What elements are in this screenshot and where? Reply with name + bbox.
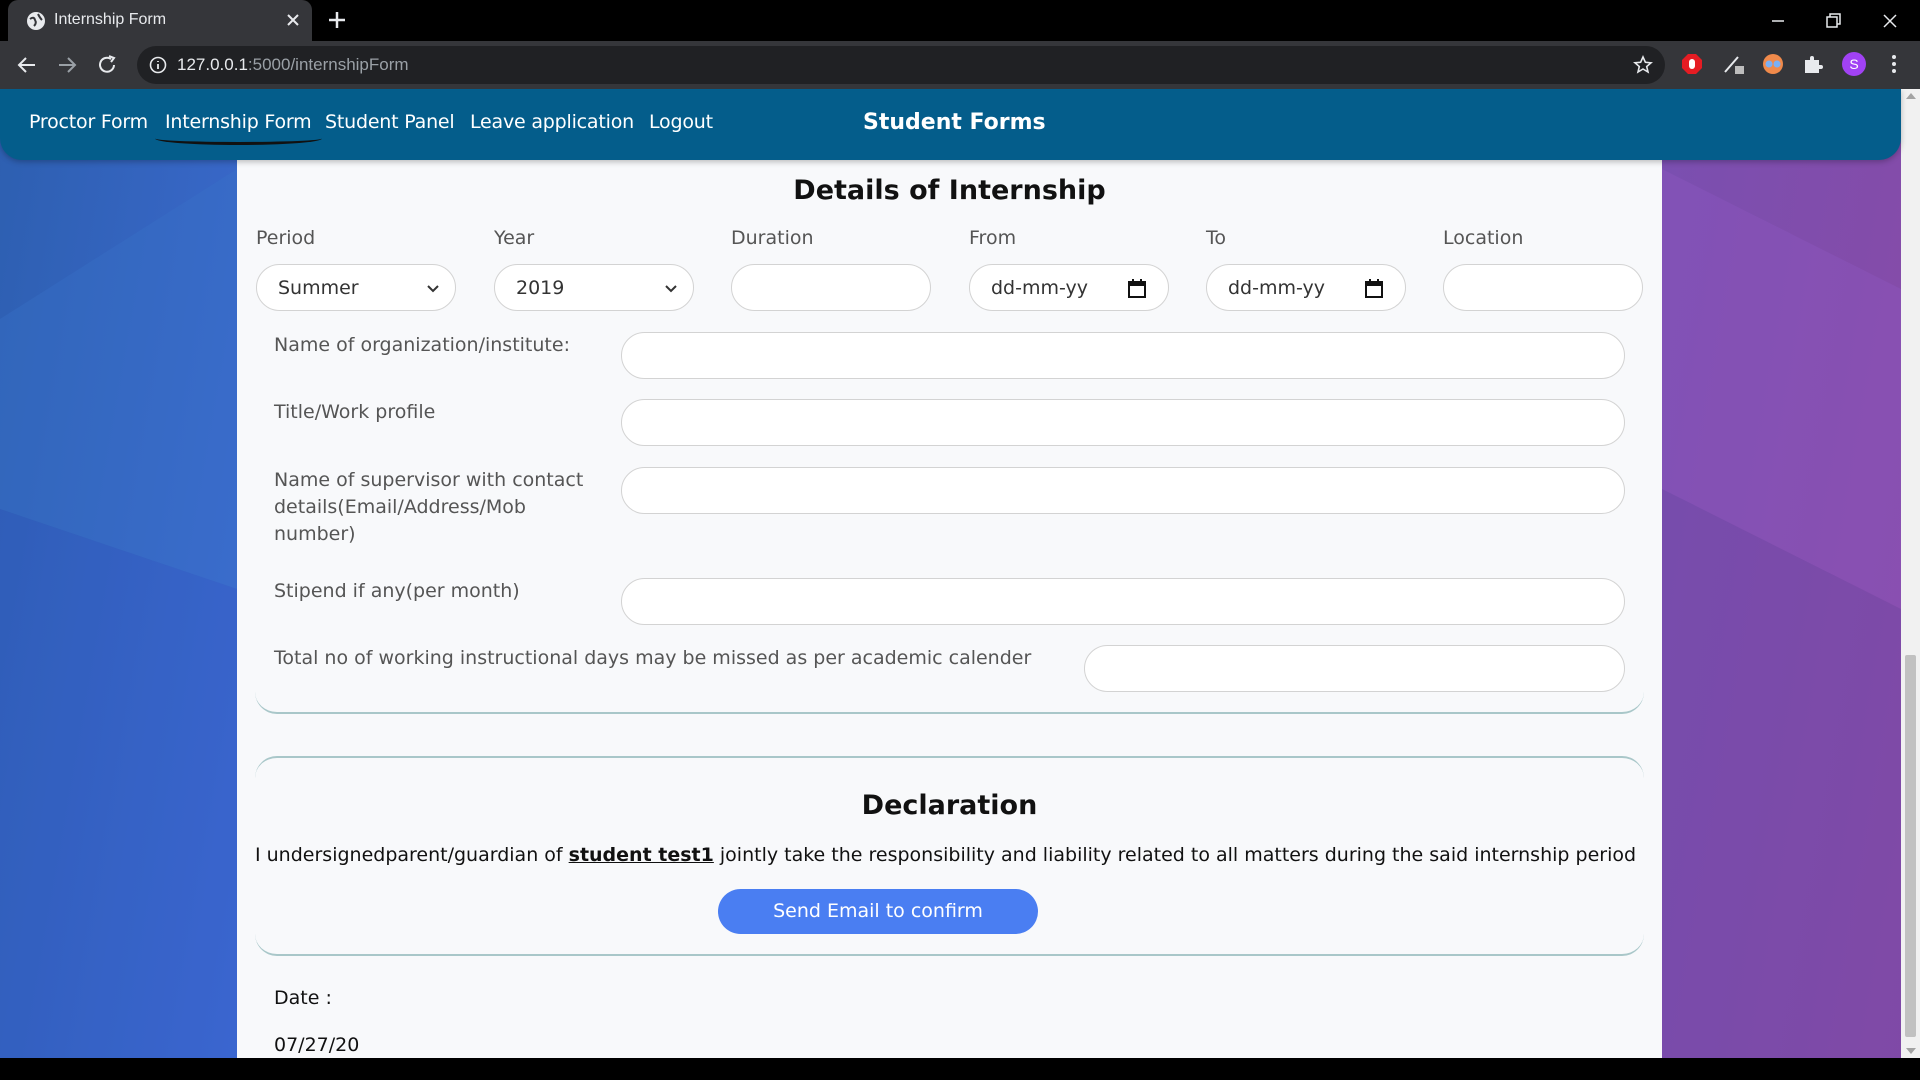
reload-icon[interactable]	[95, 53, 119, 77]
nav-leave-application[interactable]: Leave application	[470, 111, 634, 133]
chevron-down-icon	[665, 285, 677, 293]
page-viewport: Proctor Form Internship Form Student Pan…	[0, 89, 1920, 1058]
from-date-input[interactable]: dd-mm-yy	[969, 264, 1169, 311]
duration-input[interactable]	[731, 264, 931, 311]
from-date-placeholder: dd-mm-yy	[991, 277, 1089, 299]
period-label: Period	[256, 227, 316, 249]
url-text: 127.0.0.1:5000/internshipForm	[177, 55, 409, 74]
bookmark-star-icon[interactable]	[1633, 55, 1653, 75]
vertical-scrollbar[interactable]	[1901, 89, 1920, 1058]
menu-kebab-icon[interactable]	[1882, 52, 1906, 76]
declaration-card-border-bottom	[255, 934, 1644, 956]
declaration-card-border-top	[255, 756, 1644, 778]
duration-label: Duration	[731, 227, 814, 249]
pen-extension-icon[interactable]	[1722, 52, 1746, 76]
declaration-text: I undersignedparent/guardian of student …	[255, 844, 1637, 866]
forward-icon[interactable]	[55, 53, 79, 77]
tab-title: Internship Form	[54, 11, 167, 28]
restore-icon[interactable]	[1819, 7, 1847, 35]
organization-input[interactable]	[621, 332, 1625, 379]
site-navbar: Proctor Form Internship Form Student Pan…	[0, 89, 1901, 160]
browser-tab[interactable]: Internship Form	[8, 0, 312, 41]
extensions-puzzle-icon[interactable]	[1801, 52, 1825, 76]
organization-label: Name of organization/institute:	[274, 334, 570, 356]
site-brand: Student Forms	[863, 110, 1046, 135]
nav-internship-form[interactable]: Internship Form	[155, 111, 321, 145]
nav-logout[interactable]: Logout	[649, 111, 713, 133]
days-missed-input[interactable]	[1084, 645, 1625, 692]
minimize-icon[interactable]	[1764, 7, 1792, 35]
year-label: Year	[494, 227, 535, 249]
info-icon[interactable]	[149, 56, 167, 74]
to-label: To	[1206, 227, 1227, 249]
address-bar[interactable]: 127.0.0.1:5000/internshipForm	[137, 46, 1665, 84]
stipend-label: Stipend if any(per month)	[274, 580, 520, 602]
supervisor-input[interactable]	[621, 467, 1625, 514]
location-input[interactable]	[1443, 264, 1643, 311]
window-close-icon[interactable]	[1876, 7, 1904, 35]
scroll-thumb[interactable]	[1905, 655, 1916, 1037]
date-label: Date :	[274, 987, 332, 1009]
nav-student-panel[interactable]: Student Panel	[325, 111, 455, 133]
adblock-extension-icon[interactable]	[1680, 52, 1704, 76]
student-name: student test1	[568, 844, 714, 866]
supervisor-label: Name of supervisor with contact details(…	[274, 469, 584, 545]
date-value: 07/27/20	[274, 1034, 360, 1056]
stipend-input[interactable]	[621, 578, 1625, 625]
year-select[interactable]: 2019	[494, 264, 694, 311]
nav-proctor-form[interactable]: Proctor Form	[29, 111, 148, 133]
new-tab-icon[interactable]	[326, 9, 348, 31]
period-select[interactable]: Summer	[256, 264, 456, 311]
send-email-button[interactable]: Send Email to confirm	[718, 889, 1038, 934]
profile-avatar[interactable]: S	[1842, 52, 1866, 76]
to-date-input[interactable]: dd-mm-yy	[1206, 264, 1406, 311]
from-label: From	[969, 227, 1017, 249]
glasses-extension-icon[interactable]	[1761, 52, 1785, 76]
back-icon[interactable]	[15, 53, 39, 77]
scroll-down-arrow[interactable]	[1906, 1048, 1916, 1054]
declaration-title: Declaration	[861, 790, 1038, 821]
internship-section-title: Details of Internship	[793, 175, 1106, 206]
browser-tab-strip: Internship Form	[0, 0, 1920, 41]
form-panel: Details of Internship Period Year Durati…	[237, 89, 1662, 1058]
to-date-placeholder: dd-mm-yy	[1228, 277, 1326, 299]
title-profile-label: Title/Work profile	[274, 401, 436, 423]
globe-icon	[27, 12, 45, 30]
calendar-icon[interactable]	[1363, 277, 1385, 299]
period-value: Summer	[278, 277, 359, 299]
year-value: 2019	[516, 277, 565, 299]
days-missed-label: Total no of working instructional days m…	[274, 647, 1032, 669]
scroll-up-arrow[interactable]	[1906, 93, 1916, 99]
browser-toolbar: 127.0.0.1:5000/internshipForm	[0, 41, 1920, 89]
internship-card-border	[255, 692, 1644, 714]
location-label: Location	[1443, 227, 1524, 249]
close-icon[interactable]	[282, 9, 304, 31]
chevron-down-icon	[427, 285, 439, 293]
title-profile-input[interactable]	[621, 399, 1625, 446]
calendar-icon[interactable]	[1126, 277, 1148, 299]
